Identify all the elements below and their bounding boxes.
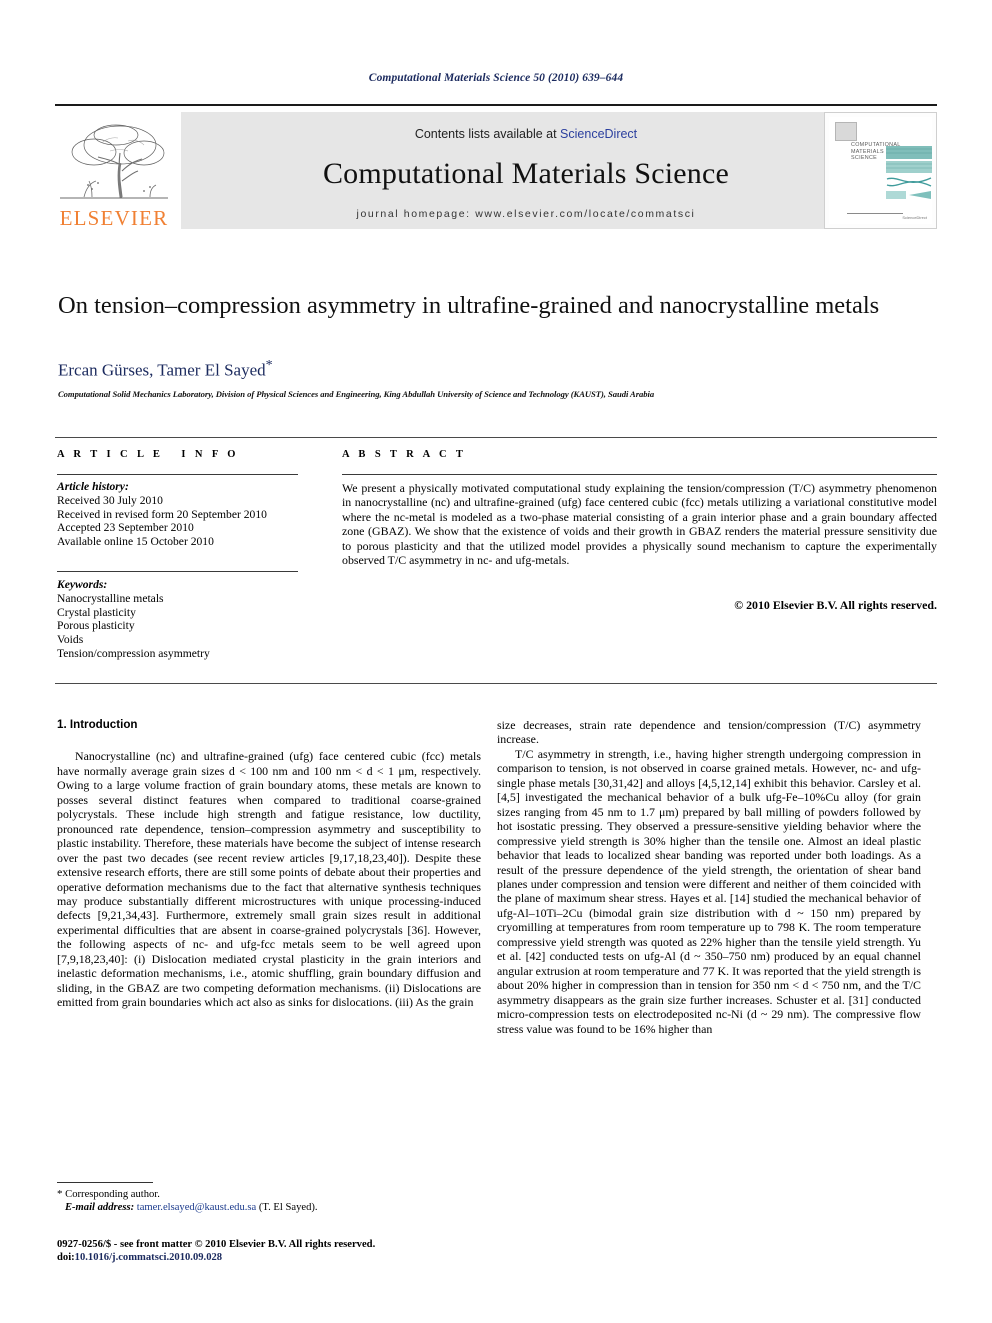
footnote-email-label: E-mail address:	[64, 1202, 135, 1213]
article-affiliation: Computational Solid Mechanics Laboratory…	[58, 389, 655, 399]
cover-sciencedirect-mark: ScienceDirect	[902, 215, 927, 220]
history-item-3: Available online 15 October 2010	[57, 535, 214, 549]
keyword-1: Crystal plasticity	[57, 605, 136, 619]
history-item-1: Received in revised form 20 September 20…	[57, 507, 267, 521]
body-column-right: size decreases, strain rate dependence a…	[497, 718, 921, 1036]
abstract-heading: A B S T R A C T	[342, 449, 467, 460]
authors-names: Ercan Gürses, Tamer El Sayed	[58, 360, 266, 380]
contents-lists-line: Contents lists available at ScienceDirec…	[181, 127, 871, 141]
article-info-divider-bottom	[57, 571, 298, 572]
elsevier-wordmark: ELSEVIER	[59, 206, 169, 230]
article-history: Article history: Received 30 July 2010 R…	[57, 480, 298, 549]
journal-banner: Contents lists available at ScienceDirec…	[181, 112, 871, 229]
corresponding-author-marker: *	[265, 358, 273, 373]
keyword-0: Nanocrystalline metals	[57, 591, 164, 605]
cover-divider	[847, 213, 903, 214]
article-info-column: A R T I C L E I N F O Article history: R…	[55, 438, 300, 685]
abstract-column: A B S T R A C T We present a physically …	[342, 438, 937, 685]
journal-homepage-link[interactable]: journal homepage: www.elsevier.com/locat…	[181, 208, 871, 220]
journal-masthead: ELSEVIER Contents lists available at Sci…	[55, 104, 937, 229]
footer-doi-link[interactable]: 10.1016/j.commatsci.2010.09.028	[75, 1252, 222, 1263]
cover-inner: COMPUTATIONAL MATERIALS SCIENCE ScienceD…	[829, 117, 932, 224]
cover-artwork	[885, 145, 933, 207]
article-history-label: Article history:	[57, 480, 129, 493]
journal-article-page: Computational Materials Science 50 (2010…	[0, 0, 992, 1323]
page-footer: 0927-0256/$ - see front matter © 2010 El…	[57, 1238, 557, 1264]
body-column-left: 1. Introduction Nanocrystalline (nc) and…	[57, 718, 481, 1010]
elsevier-logo: ELSEVIER	[55, 112, 173, 229]
footer-issn-line: 0927-0256/$ - see front matter © 2010 El…	[57, 1239, 376, 1250]
contents-lists-label: Contents lists available at	[414, 127, 561, 141]
history-item-2: Accepted 23 September 2010	[57, 521, 194, 535]
elsevier-tree-icon	[58, 119, 170, 207]
paragraph-intro-1-continued: size decreases, strain rate dependence a…	[497, 718, 921, 747]
footer-doi-label: doi:	[57, 1252, 75, 1264]
info-abstract-band: A R T I C L E I N F O Article history: R…	[55, 437, 937, 684]
abstract-text: We present a physically motivated comput…	[342, 481, 937, 568]
section-heading-introduction: 1. Introduction	[57, 718, 138, 731]
keyword-2: Porous plasticity	[57, 619, 135, 633]
article-info-heading: A R T I C L E I N F O	[57, 449, 239, 460]
keyword-3: Voids	[57, 633, 84, 647]
paragraph-intro-2: T/C asymmetry in strength, i.e., having …	[497, 746, 921, 1036]
footnote-rule	[57, 1182, 153, 1183]
footnote-star: *	[57, 1188, 63, 1200]
keywords-label: Keywords:	[57, 578, 108, 591]
journal-title: Computational Materials Science	[322, 157, 730, 190]
footnote-email-suffix: (T. El Sayed).	[258, 1202, 318, 1213]
history-item-0: Received 30 July 2010	[57, 493, 163, 507]
footnote-email-link[interactable]: tamer.elsayed@kaust.edu.sa	[137, 1202, 256, 1213]
journal-cover-thumbnail: COMPUTATIONAL MATERIALS SCIENCE ScienceD…	[824, 112, 937, 229]
abstract-copyright: © 2010 Elsevier B.V. All rights reserved…	[734, 598, 937, 612]
paragraph-intro-1: Nanocrystalline (nc) and ultrafine-grain…	[57, 749, 481, 1010]
abstract-divider	[342, 474, 937, 475]
article-authors: Ercan Gürses, Tamer El Sayed*	[58, 358, 938, 381]
footnote-block: * Corresponding author. E-mail address: …	[57, 1188, 481, 1214]
running-head: Computational Materials Science 50 (2010…	[368, 72, 624, 84]
keyword-4: Tension/compression asymmetry	[57, 646, 210, 660]
sciencedirect-link[interactable]: ScienceDirect	[560, 127, 637, 141]
article-info-divider-top	[57, 474, 298, 475]
footnote-corresponding: Corresponding author.	[65, 1189, 160, 1200]
cover-badge-icon	[835, 122, 857, 141]
keywords-list: Keywords: Nanocrystalline metals Crystal…	[57, 578, 298, 661]
article-title: On tension–compression asymmetry in ultr…	[58, 292, 880, 319]
